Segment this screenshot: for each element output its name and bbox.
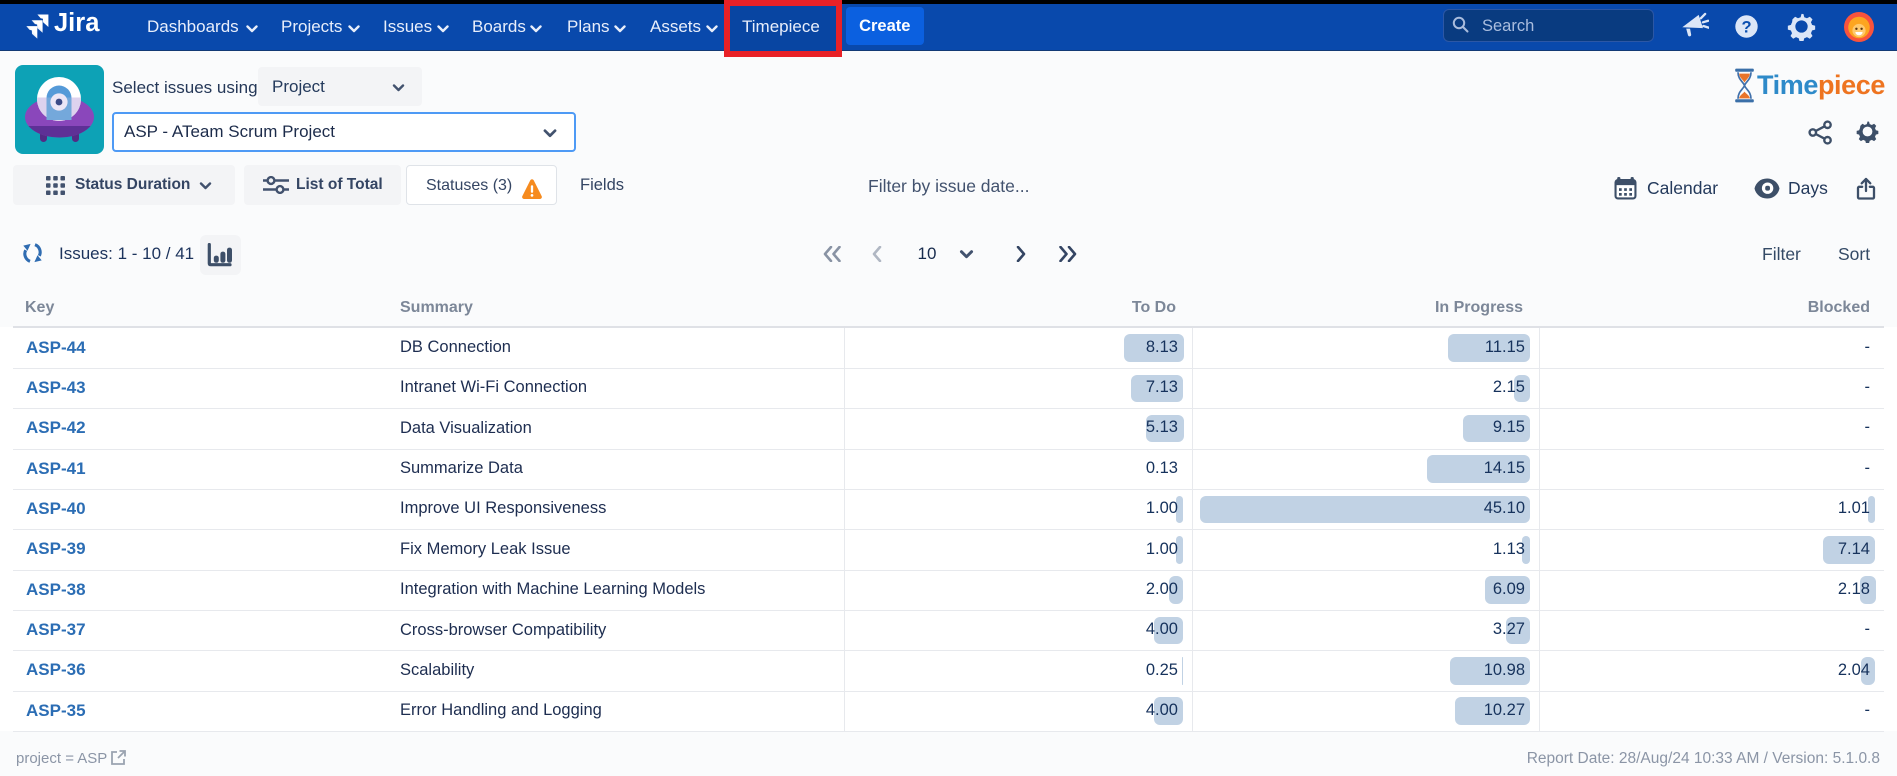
svg-text:?: ?: [1741, 19, 1751, 37]
